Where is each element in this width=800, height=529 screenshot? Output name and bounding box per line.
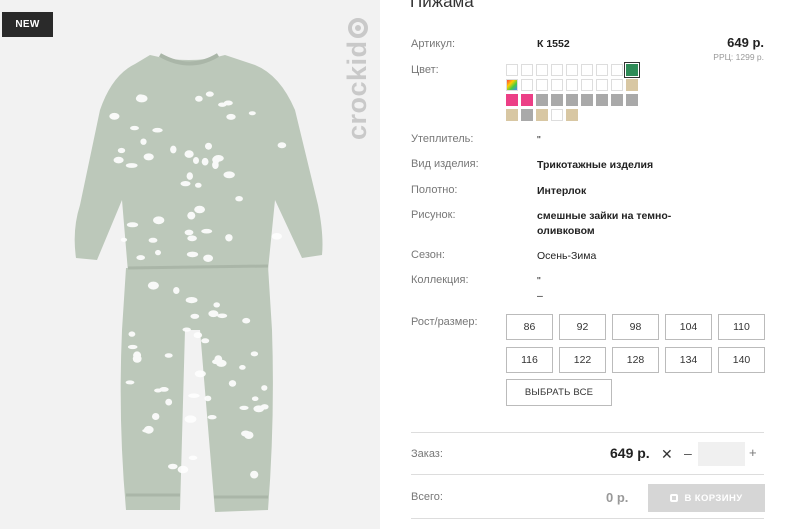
color-swatch[interactable] [611, 94, 623, 106]
attribute-row: Сезон: Осень-Зима [411, 249, 596, 262]
attribute-label: Утеплитель: [411, 133, 474, 145]
color-swatch[interactable] [596, 64, 608, 76]
attribute-label: Рисунок: [411, 209, 456, 221]
color-swatch[interactable] [566, 109, 578, 121]
color-row: Цвет: [411, 64, 439, 76]
color-label: Цвет: [411, 64, 439, 76]
price: 649 р. [727, 35, 764, 50]
size-option[interactable]: 122 [559, 347, 606, 373]
add-to-cart-button[interactable]: В КОРЗИНУ [648, 484, 765, 512]
color-swatch[interactable] [581, 94, 593, 106]
color-swatch[interactable] [566, 94, 578, 106]
attribute-value: Интерлок [537, 185, 587, 197]
color-swatch[interactable] [506, 109, 518, 121]
color-swatches [506, 62, 646, 121]
color-swatch[interactable] [521, 64, 533, 76]
size-grid: 86 92 98 104 110 116 122 128 134 140 [506, 314, 765, 373]
divider [411, 432, 764, 433]
attribute-label: Вид изделия: [411, 158, 479, 170]
size-label: Рост/размер: [411, 316, 478, 328]
attribute-value: " – [537, 275, 543, 302]
attribute-value: смешные зайки на темно- оливковом [537, 210, 672, 237]
size-option[interactable]: 140 [718, 347, 765, 373]
color-swatch[interactable] [536, 64, 548, 76]
color-swatch[interactable] [521, 94, 533, 106]
pajama-top [74, 55, 323, 272]
attribute-row: Вид изделия: Трикотажные изделия [411, 158, 653, 171]
attribute-row: Полотно: Интерлок [411, 184, 586, 197]
increase-button[interactable]: + [749, 445, 757, 460]
quantity-input[interactable] [698, 442, 745, 466]
size-option[interactable]: 128 [612, 347, 659, 373]
color-swatch[interactable] [506, 94, 518, 106]
color-swatch[interactable] [596, 94, 608, 106]
size-option[interactable]: 104 [665, 314, 712, 340]
order-price: 649 р. [610, 445, 650, 461]
color-swatch[interactable] [506, 64, 518, 76]
add-to-cart-label: В КОРЗИНУ [684, 492, 743, 504]
article-value: К 1552 [537, 38, 570, 50]
size-option[interactable]: 86 [506, 314, 553, 340]
color-swatch[interactable] [611, 64, 623, 76]
article-label: Артикул: [411, 38, 456, 50]
color-swatch[interactable] [581, 64, 593, 76]
total-label: Всего: [411, 491, 443, 503]
pajama-image [74, 53, 323, 512]
size-option[interactable]: 134 [665, 347, 712, 373]
decrease-button[interactable]: – [684, 445, 692, 461]
divider [411, 474, 764, 475]
order-label: Заказ: [411, 448, 443, 460]
size-option[interactable]: 98 [612, 314, 659, 340]
attribute-value: Осень-Зима [537, 250, 597, 262]
attribute-label: Полотно: [411, 184, 458, 196]
color-swatch[interactable] [551, 94, 563, 106]
color-swatch[interactable] [611, 79, 623, 91]
product-details: Пижама Артикул: К 1552 649 р. РРЦ: 1299 … [380, 0, 800, 529]
attribute-value: " [537, 134, 541, 146]
attribute-row: Коллекция: " – [411, 274, 543, 302]
color-swatch[interactable] [596, 79, 608, 91]
product-title: Пижама [410, 0, 474, 11]
color-swatch[interactable] [626, 79, 638, 91]
size-option[interactable]: 110 [718, 314, 765, 340]
size-option[interactable]: 92 [559, 314, 606, 340]
color-swatch[interactable] [566, 64, 578, 76]
color-swatch[interactable] [551, 64, 563, 76]
brand-logo: crockid [342, 18, 373, 140]
times-icon: ✕ [661, 446, 673, 462]
color-swatch[interactable] [566, 79, 578, 91]
pajama-bottom [120, 266, 273, 512]
attribute-row: Утеплитель: " [411, 133, 541, 146]
color-swatch[interactable] [551, 79, 563, 91]
attribute-label: Коллекция: [411, 274, 469, 286]
divider [411, 518, 764, 519]
size-option[interactable]: 116 [506, 347, 553, 373]
color-swatch[interactable] [581, 79, 593, 91]
bag-icon [670, 494, 679, 502]
product-photo[interactable]: NEW crockid [0, 0, 380, 529]
article-row: Артикул: К 1552 [411, 38, 570, 50]
attribute-label: Сезон: [411, 249, 445, 261]
rrp-price: РРЦ: 1299 р. [713, 52, 764, 62]
size-row: Рост/размер: [411, 316, 478, 328]
color-swatch[interactable] [624, 62, 640, 78]
attribute-row: Рисунок: смешные зайки на темно- оливково… [411, 209, 671, 237]
total-value: 0 р. [606, 490, 629, 505]
color-swatch[interactable] [536, 79, 548, 91]
color-swatch[interactable] [521, 79, 533, 91]
color-swatch[interactable] [506, 79, 518, 91]
color-swatch[interactable] [551, 109, 563, 121]
order-row: Заказ: [411, 448, 443, 460]
total-row: Всего: [411, 491, 443, 503]
color-swatch[interactable] [626, 94, 638, 106]
color-swatch[interactable] [521, 109, 533, 121]
attribute-value: Трикотажные изделия [537, 159, 654, 171]
choose-all-button[interactable]: ВЫБРАТЬ ВСЕ [506, 379, 612, 406]
color-swatch[interactable] [536, 109, 548, 121]
color-swatch[interactable] [536, 94, 548, 106]
